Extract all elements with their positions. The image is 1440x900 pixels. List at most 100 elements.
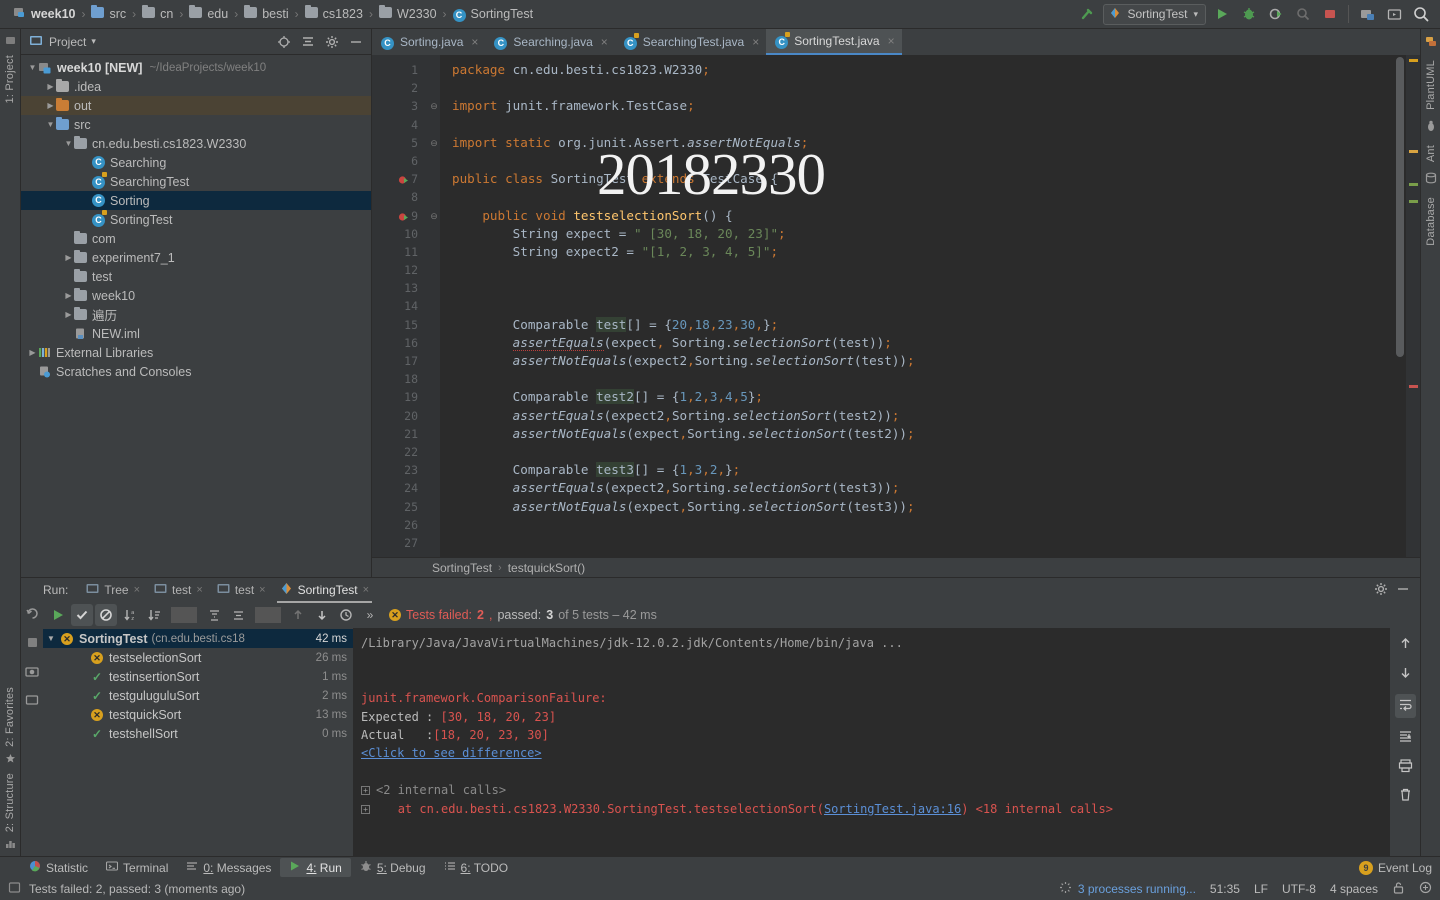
chevron-down-icon[interactable]: ▼ [63,139,74,148]
test-tree-item[interactable]: ✓ testguluguluSort 2 ms [43,686,353,705]
run-button[interactable] [1211,3,1233,25]
fold-marker[interactable]: ⊖ [428,207,440,225]
line-separator[interactable]: LF [1254,882,1268,896]
file-encoding[interactable]: UTF-8 [1282,882,1316,896]
chevron-right-icon[interactable]: ▶ [63,291,74,300]
project-tree-node[interactable]: C SearchingTest [21,172,371,191]
stop-icon[interactable] [26,636,39,652]
fold-marker[interactable]: ⊖ [428,134,440,152]
console-output[interactable]: /Library/Java/JavaVirtualMachines/jdk-12… [353,628,1390,856]
run-tab[interactable]: test × [211,580,272,600]
project-tree-node[interactable]: com [21,229,371,248]
close-icon[interactable]: × [752,35,759,49]
breadcrumb-item-cs1823[interactable]: cs1823 [300,5,368,23]
inspection-icon[interactable] [1419,881,1432,897]
chevron-down-icon[interactable]: ▼ [45,120,56,129]
close-icon[interactable]: × [259,584,265,596]
settings-gear-icon[interactable] [1374,582,1388,599]
project-tree-node[interactable]: ▶ out [21,96,371,115]
code-line[interactable]: package cn.edu.besti.cs1823.W2330; [452,61,1394,79]
code-line[interactable]: Comparable test[] = {20,18,23,30,}; [452,316,1394,334]
project-tree-node[interactable]: NEW.iml [21,324,371,343]
code-line[interactable]: public class SortingTest extends TestCas… [452,170,1394,188]
chevron-down-icon[interactable]: ▾ [1193,9,1198,20]
profiler-button[interactable] [1292,3,1314,25]
code-line[interactable] [452,261,1394,279]
code-line[interactable]: String expect2 = "[1, 2, 3, 4, 5]"; [452,243,1394,261]
hide-panel-icon[interactable] [1396,582,1410,599]
code-line[interactable] [452,152,1394,170]
test-tree-item[interactable]: ✓ testshellSort 0 ms [43,724,353,743]
chevron-right-icon[interactable]: ▶ [63,253,74,262]
project-tree-node[interactable]: C SortingTest [21,210,371,229]
fold-gutter[interactable]: ⊖ ⊖ ⊖ [428,55,440,557]
code-line[interactable]: assertNotEquals(expect2,Sorting.selectio… [452,352,1394,370]
close-icon[interactable]: × [601,35,608,49]
code-line[interactable]: Comparable test2[] = {1,2,3,4,5}; [452,388,1394,406]
run-tab[interactable]: test × [148,580,209,600]
show-passed-toggle[interactable] [71,604,93,626]
code-line[interactable] [452,116,1394,134]
breadcrumb-item-w2330[interactable]: W2330 [374,5,442,23]
code-line[interactable]: String expect = " [30, 18, 20, 23]"; [452,225,1394,243]
sidebar-item-plantuml[interactable]: PlantUML [1425,60,1437,110]
code-line[interactable]: assertEquals(expect2,Sorting.selectionSo… [452,407,1394,425]
stop-button[interactable] [1319,3,1341,25]
scroll-to-end-icon[interactable] [1398,729,1413,747]
info-mark[interactable] [1409,200,1418,203]
run-tab[interactable]: Tree × [80,580,146,600]
editor-tab[interactable]: C Searching.java × [485,29,615,55]
breadcrumb-item-src[interactable]: src [86,5,131,23]
breadcrumb-item-edu[interactable]: edu [184,5,233,23]
code-line[interactable]: import static org.junit.Assert.assertNot… [452,134,1394,152]
project-tree-node[interactable]: C Searching [21,153,371,172]
project-tree-node[interactable]: ▼ src [21,115,371,134]
editor-gutter[interactable]: 1 2 3 4 5 6 7 8 9 10 11 12 13 14 15 16 17 18 19 20 21 22 23 24 2… [372,55,428,557]
toolwindow-statistic[interactable]: Statistic [20,858,97,877]
code-line[interactable] [452,443,1394,461]
expand-box-icon[interactable]: + [361,786,370,796]
project-tree-node[interactable]: ▶ 遍历 [21,305,371,324]
breadcrumb-class[interactable]: SortingTest [432,561,492,575]
project-tree-node[interactable]: C Sorting [21,191,371,210]
search-everywhere-icon[interactable] [1410,3,1432,25]
breadcrumb-method[interactable]: testquickSort() [508,561,585,575]
rerun-button[interactable] [47,604,69,626]
stack-trace-link[interactable]: SortingTest.java:16 [824,802,961,816]
export-icon[interactable] [25,693,39,710]
next-failed-test-button[interactable] [311,604,333,626]
run-tab[interactable]: SortingTest × [274,580,375,603]
event-log-button[interactable]: 9 Event Log [1358,860,1432,875]
project-tree-node[interactable]: ▶ External Libraries [21,343,371,362]
breadcrumb-item-cn[interactable]: cn [137,5,178,23]
project-tree-node[interactable]: ▶ .idea [21,77,371,96]
close-icon[interactable]: × [134,584,140,596]
editor-tab[interactable]: C SortingTest.java × [766,29,902,55]
code-line[interactable]: assertEquals(expect2,Sorting.selectionSo… [452,479,1394,497]
indent-setting[interactable]: 4 spaces [1330,882,1378,896]
code-line[interactable]: assertNotEquals(expect,Sorting.selection… [452,498,1394,516]
warning-mark[interactable] [1409,59,1418,62]
chevron-down-icon[interactable]: ▾ [91,36,96,47]
close-icon[interactable]: × [888,34,895,48]
show-ignored-toggle[interactable] [95,604,117,626]
prev-failed-test-button[interactable] [287,604,309,626]
hide-icon[interactable] [345,31,367,53]
breadcrumb-item-class[interactable]: C SortingTest [448,5,539,24]
sort-alphabetically-button[interactable]: az [119,604,141,626]
error-mark[interactable] [1409,385,1418,388]
breadcrumb-item-module[interactable]: week10 [8,4,80,24]
expand-box-icon[interactable]: + [361,804,370,814]
chevron-right-icon[interactable]: ▶ [63,310,74,319]
clear-all-icon[interactable] [1398,787,1413,805]
print-icon[interactable] [1398,758,1413,776]
build-hammer-icon[interactable] [1076,3,1098,25]
test-tree-item[interactable]: ✓ testinsertionSort 1 ms [43,667,353,686]
scrollbar-thumb[interactable] [1396,57,1404,357]
chevron-right-icon[interactable]: ▶ [27,348,38,357]
project-tree-node[interactable]: ▼ week10 [NEW] ~/IdeaProjects/week10 [21,58,371,77]
chevron-right-icon[interactable]: ▶ [45,82,56,91]
project-tree-node[interactable]: test [21,267,371,286]
collapse-all-button[interactable] [227,604,249,626]
sort-by-duration-button[interactable] [143,604,165,626]
